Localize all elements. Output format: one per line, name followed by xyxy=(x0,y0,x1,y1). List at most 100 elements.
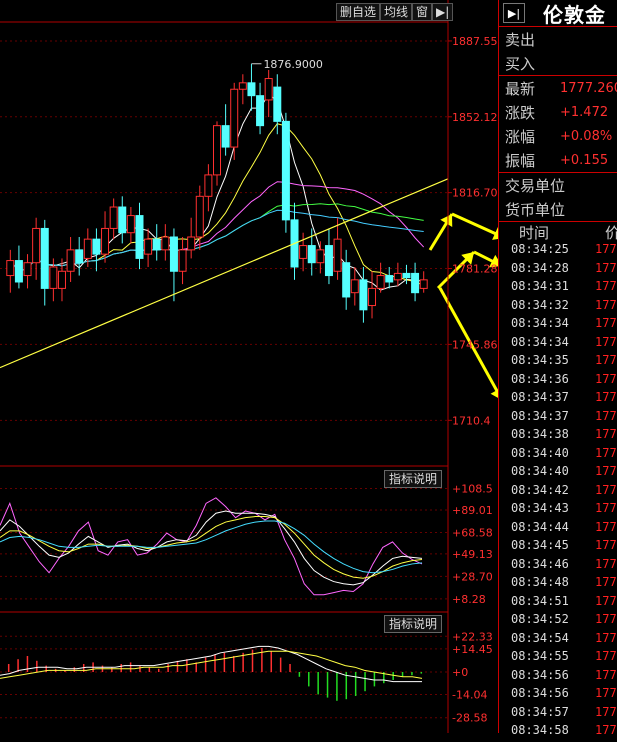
macd-tick-label: +22.33 xyxy=(452,630,493,643)
annotation-arrows xyxy=(428,212,498,398)
tick-row: 08:34:44 1777 xyxy=(499,520,617,539)
tick-price: 1777 xyxy=(595,279,617,293)
tick-row: 08:34:31 1777 xyxy=(499,279,617,298)
tick-price: 1777 xyxy=(595,408,617,423)
candlestick-series: 1876.9000 xyxy=(6,58,428,323)
tick-price: 1777 xyxy=(595,686,617,700)
quote-row-value: +0.08% xyxy=(560,128,613,144)
candle-body xyxy=(359,279,368,311)
tick-price: 1777 xyxy=(595,723,617,737)
tick-price: 1777 xyxy=(595,482,617,497)
chart-toolbar: 删自选 均线 窗 ▶| xyxy=(336,3,454,21)
indicator-line xyxy=(0,516,423,579)
tick-time: 08:34:38 xyxy=(511,427,569,441)
candle-body xyxy=(23,262,32,277)
macd-indicator-panel: +22.33+14.45 +0 -14.04 -28.58 xyxy=(0,630,493,725)
candle-body xyxy=(32,227,41,264)
tick-price: 1777 xyxy=(595,575,617,589)
tick-time-header: 时间 xyxy=(519,224,550,242)
candle-body xyxy=(368,287,377,307)
window-button[interactable]: 窗 xyxy=(412,3,433,21)
tick-price: 1777 xyxy=(595,390,617,404)
candle-body xyxy=(14,260,23,283)
tick-price: 1777 xyxy=(595,501,617,515)
indicator-help-button-1[interactable]: 指标说明 xyxy=(384,470,443,488)
tick-price: 1777 xyxy=(595,556,617,571)
collapse-panel-button[interactable]: ▶| xyxy=(432,3,454,21)
macd-tick-label: -14.04 xyxy=(452,688,487,701)
tick-price: 1776 xyxy=(595,316,617,330)
tick-time: 08:34:58 xyxy=(511,723,569,737)
candle-body xyxy=(256,95,265,127)
tick-time: 08:34:56 xyxy=(511,686,569,700)
indicator-tick-label: +89.01 xyxy=(452,504,493,517)
price-tick-label: 1710.4 xyxy=(452,414,491,427)
quote-panel: ▶| 伦敦金 卖出 买入 最新 1777.260 涨跌 +1.472 涨幅 +0.08% 振幅 +… xyxy=(498,0,617,737)
candle-body xyxy=(342,262,351,298)
candle-body xyxy=(187,236,196,251)
price-tick-label: 1887.551 xyxy=(452,35,498,48)
tick-price: 1777 xyxy=(595,260,617,275)
indicator-tick-label: +108.5 xyxy=(452,482,493,495)
candle-body xyxy=(66,249,75,272)
tick-row: 08:34:52 1777 xyxy=(499,612,617,631)
main-chart-grid xyxy=(0,40,448,421)
tick-price: 1777 xyxy=(595,519,617,534)
tick-time: 08:34:40 xyxy=(511,464,569,478)
tick-time: 08:34:46 xyxy=(511,556,569,571)
candle-body xyxy=(135,215,144,259)
tick-row: 08:34:32 1777 xyxy=(499,298,617,317)
tick-row: 08:34:51 1776 xyxy=(499,594,617,613)
quote-row-label: 买入 xyxy=(505,54,536,73)
annotation-arrow xyxy=(451,212,498,237)
tick-row: 08:34:54 1777 xyxy=(499,631,617,650)
quote-row: 涨幅 +0.08% xyxy=(499,124,617,148)
tick-time: 08:34:43 xyxy=(511,501,569,515)
candle-body xyxy=(152,238,161,251)
moving-average-button[interactable]: 均线 xyxy=(380,3,413,21)
remove-favorite-button[interactable]: 删自选 xyxy=(336,3,381,21)
tick-price: 1777 xyxy=(595,353,617,367)
indicator-tick-label: +8.28 xyxy=(452,593,486,606)
tick-price: 1777 xyxy=(595,297,617,312)
tick-price: 1776 xyxy=(595,538,617,552)
tick-time: 08:34:42 xyxy=(511,482,569,497)
quote-fields: 卖出 买入 最新 1777.260 涨跌 +1.472 涨幅 +0.08% 振幅 +0.155 交易… xyxy=(499,27,617,221)
tick-time: 08:34:44 xyxy=(511,519,569,534)
candle-body xyxy=(350,279,359,294)
quote-row-label: 卖出 xyxy=(505,30,536,49)
candle-body xyxy=(83,238,92,259)
macd-tick-label: +0 xyxy=(452,666,468,679)
quote-row: 振幅 +0.155 xyxy=(499,148,617,172)
tick-price: 1777 xyxy=(595,612,617,626)
tick-time: 08:34:31 xyxy=(511,279,569,293)
candle-body xyxy=(204,174,213,197)
candle-body xyxy=(238,82,247,90)
indicator-help-button-2[interactable]: 指标说明 xyxy=(384,615,443,633)
tick-price: 1777 xyxy=(595,445,617,460)
candle-body xyxy=(75,249,84,264)
candle-body xyxy=(101,227,110,255)
tick-row: 08:34:36 1776 xyxy=(499,372,617,391)
tick-time: 08:34:34 xyxy=(511,334,569,349)
macd-line xyxy=(0,645,422,683)
tick-list-header: 时间 价 xyxy=(499,221,617,242)
candle-body xyxy=(92,238,101,255)
candle-body xyxy=(273,86,282,122)
candle-body xyxy=(213,125,221,176)
tick-time: 08:34:32 xyxy=(511,297,569,312)
quote-row: 最新 1777.260 xyxy=(499,75,617,100)
quote-row: 货币单位 xyxy=(499,197,617,221)
macd-tick-label: +14.45 xyxy=(452,643,493,656)
candle-body xyxy=(221,125,230,148)
tick-price: 1777 xyxy=(595,704,617,719)
tick-time: 08:34:35 xyxy=(511,353,569,367)
macd-line xyxy=(0,650,423,679)
tick-price: 1777 xyxy=(595,630,617,645)
quote-row: 买入 xyxy=(499,51,617,75)
macd-tick-label: -28.58 xyxy=(452,712,487,725)
panel-nav-icon[interactable]: ▶| xyxy=(503,3,525,23)
candle-body xyxy=(144,238,153,255)
indicator-tick-label: +68.58 xyxy=(452,526,493,539)
tick-time: 08:34:45 xyxy=(511,538,569,552)
